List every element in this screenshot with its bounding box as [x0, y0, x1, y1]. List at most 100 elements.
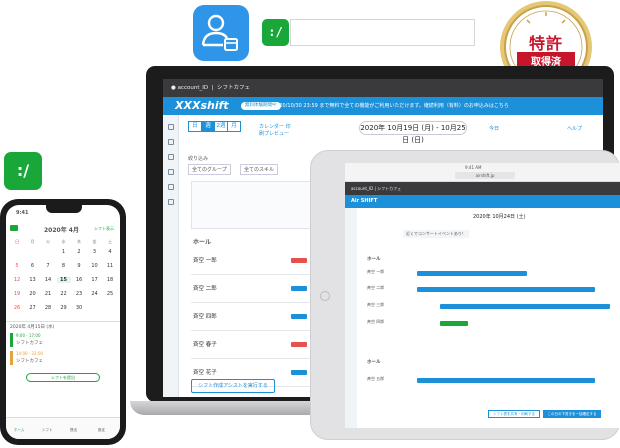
calendar-day[interactable]: 2	[72, 249, 86, 255]
calendar-day[interactable]: 12	[10, 277, 24, 283]
calendar-day[interactable]: 19	[10, 291, 24, 297]
calendar-day[interactable]: 22	[57, 291, 71, 297]
calendar-day[interactable]: 13	[26, 277, 40, 283]
calendar-day[interactable]: 25	[103, 291, 117, 297]
tablet-account-bar: account_ID | シフトカフェ	[345, 182, 620, 195]
app-mini-icon	[10, 225, 18, 231]
search-input[interactable]	[290, 19, 475, 46]
calendar-day[interactable]: 3	[88, 249, 102, 255]
calendar-day[interactable]: 10	[88, 263, 102, 269]
calendar-day[interactable]: 26	[10, 305, 24, 311]
store-name[interactable]: シフトカフェ	[217, 85, 250, 91]
airshift-staff-app-icon	[193, 5, 249, 61]
calendar-day[interactable]: 17	[88, 277, 102, 283]
tablet-sidebar	[345, 208, 357, 428]
staff-name[interactable]: 斉空 一郎	[193, 256, 217, 264]
calendar-day[interactable]: 1	[57, 249, 71, 255]
calendar-day[interactable]: 8	[57, 263, 71, 269]
app-logo: XXXshift	[175, 99, 229, 112]
shift-bar[interactable]	[291, 370, 307, 375]
calendar-day[interactable]: 27	[26, 305, 40, 311]
tablet-staff-name[interactable]: 斉空 一郎	[367, 269, 384, 275]
date-range-picker[interactable]: 2020年 10月19日 (月) - 10月25日 (日)	[359, 121, 467, 144]
calendar-day[interactable]: 29	[57, 305, 71, 311]
tab-month[interactable]: 月	[227, 121, 241, 132]
shift-bar[interactable]	[291, 342, 307, 347]
staff-name[interactable]: 斉空 花子	[193, 368, 217, 376]
settings-icon[interactable]	[167, 184, 174, 190]
nav-submit[interactable]: 提出	[70, 428, 77, 433]
shift-bar[interactable]	[291, 258, 307, 263]
assist-button[interactable]: シフト作成アシストを実行する	[191, 379, 275, 393]
calendar-day[interactable]: 9	[72, 263, 86, 269]
tablet-shift-bar[interactable]	[417, 378, 595, 383]
skill-select[interactable]: 全てのスキル	[240, 164, 279, 175]
calendar-day[interactable]: 5	[10, 263, 24, 269]
chart-icon[interactable]	[167, 154, 174, 160]
calendar-day[interactable]: 18	[103, 277, 117, 283]
calendar-print-link[interactable]: カレンダー 印刷プレビュー	[259, 123, 293, 137]
tab-2week[interactable]: 2週	[214, 121, 228, 132]
sidebar	[163, 115, 179, 397]
shift1-place[interactable]: シフトカフェ	[16, 340, 43, 346]
phone-screen: 9:41 2020年 4月 シフト表示 日月火水木金土 1 2 3 4 5 6 7 8 9 10 11…	[6, 205, 120, 439]
phone-month[interactable]: 2020年 4月	[44, 225, 79, 234]
group-select[interactable]: 全てのグループ	[188, 164, 231, 175]
shift-bar[interactable]	[291, 314, 307, 319]
download-icon[interactable]	[167, 169, 174, 175]
tablet-logo: Air SHIFT	[351, 198, 378, 204]
calendar-day[interactable]: 11	[103, 263, 117, 269]
tablet-shift-bar[interactable]	[417, 271, 527, 276]
tablet-staff-name[interactable]: 斉空 五郎	[367, 376, 384, 382]
calendar-day[interactable]: 21	[41, 291, 55, 297]
calendar-day[interactable]: 28	[41, 305, 55, 311]
calendar-day[interactable]: 24	[88, 291, 102, 297]
tablet-date[interactable]: 2020年 10月24日 (土)	[473, 213, 526, 220]
weekday-header: 木	[77, 239, 81, 244]
account-id[interactable]: account_ID	[351, 186, 373, 191]
today-link[interactable]: 今日	[489, 125, 499, 132]
calendar-day[interactable]: 7	[41, 263, 55, 269]
staff-name[interactable]: 斉空 二郎	[193, 284, 217, 292]
trial-notice[interactable]: 2020/10/30 23:59 まで無料で全ての機能がご利用いただけます。継続…	[273, 97, 509, 115]
url-bar[interactable]: airshift.jp	[455, 172, 515, 179]
staff-name[interactable]: 斉空 春子	[193, 340, 217, 348]
shift-bar[interactable]	[291, 286, 307, 291]
calendar-icon[interactable]	[167, 124, 174, 130]
tablet-shift-bar[interactable]	[440, 321, 468, 326]
staff-icon[interactable]	[167, 139, 174, 145]
calendar-day[interactable]: 15	[56, 277, 71, 283]
weekday-header: 月	[30, 239, 35, 244]
confirm-drafts-button[interactable]: この日の下書きを一括確定する	[543, 410, 601, 418]
tablet-staff-name[interactable]: 斉空 三郎	[367, 302, 384, 308]
tablet-staff-name[interactable]: 斉空 四郎	[367, 319, 384, 325]
nav-settings[interactable]: 設定	[98, 428, 105, 433]
calendar-day[interactable]: 14	[41, 277, 55, 283]
calendar-day[interactable]: 20	[26, 291, 40, 297]
account-id[interactable]: account_ID	[178, 85, 209, 91]
staff-name[interactable]: 斉空 五郎	[193, 396, 217, 397]
browser-tabbar: ● account_ID | シフトカフェ	[163, 79, 603, 97]
store-name[interactable]: シフトカフェ	[377, 186, 401, 191]
tablet-staff-name[interactable]: 斉空 二郎	[367, 285, 384, 291]
calendar-day[interactable]: 4	[103, 249, 117, 255]
calendar-day[interactable]: 23	[72, 291, 86, 297]
gear-icon[interactable]	[167, 199, 174, 205]
calendar-day[interactable]: 30	[72, 305, 86, 311]
submit-shift-button[interactable]: シフトを提出	[26, 373, 100, 382]
phone-view-toggle[interactable]: シフト表示	[94, 226, 114, 232]
share-print-button[interactable]: シフト表を共有・印刷する	[488, 410, 540, 418]
tablet-shift-bar[interactable]	[440, 304, 610, 309]
tablet-shift-bar[interactable]	[417, 287, 595, 292]
help-link[interactable]: ヘルプ	[567, 125, 582, 132]
staff-name[interactable]: 斉空 四郎	[193, 312, 217, 320]
tab-day[interactable]: 日	[188, 121, 202, 132]
nav-shift[interactable]: シフト	[42, 428, 53, 433]
shift2-place[interactable]: シフトカフェ	[16, 358, 43, 364]
nav-home[interactable]: ホーム	[14, 428, 24, 433]
event-note: 近くでコンサートイベントあり！	[403, 230, 469, 238]
tablet-section-hall: ホール	[367, 257, 381, 262]
calendar-day[interactable]: 16	[72, 277, 86, 283]
tab-week[interactable]: 週	[201, 121, 215, 132]
calendar-day[interactable]: 6	[26, 263, 40, 269]
